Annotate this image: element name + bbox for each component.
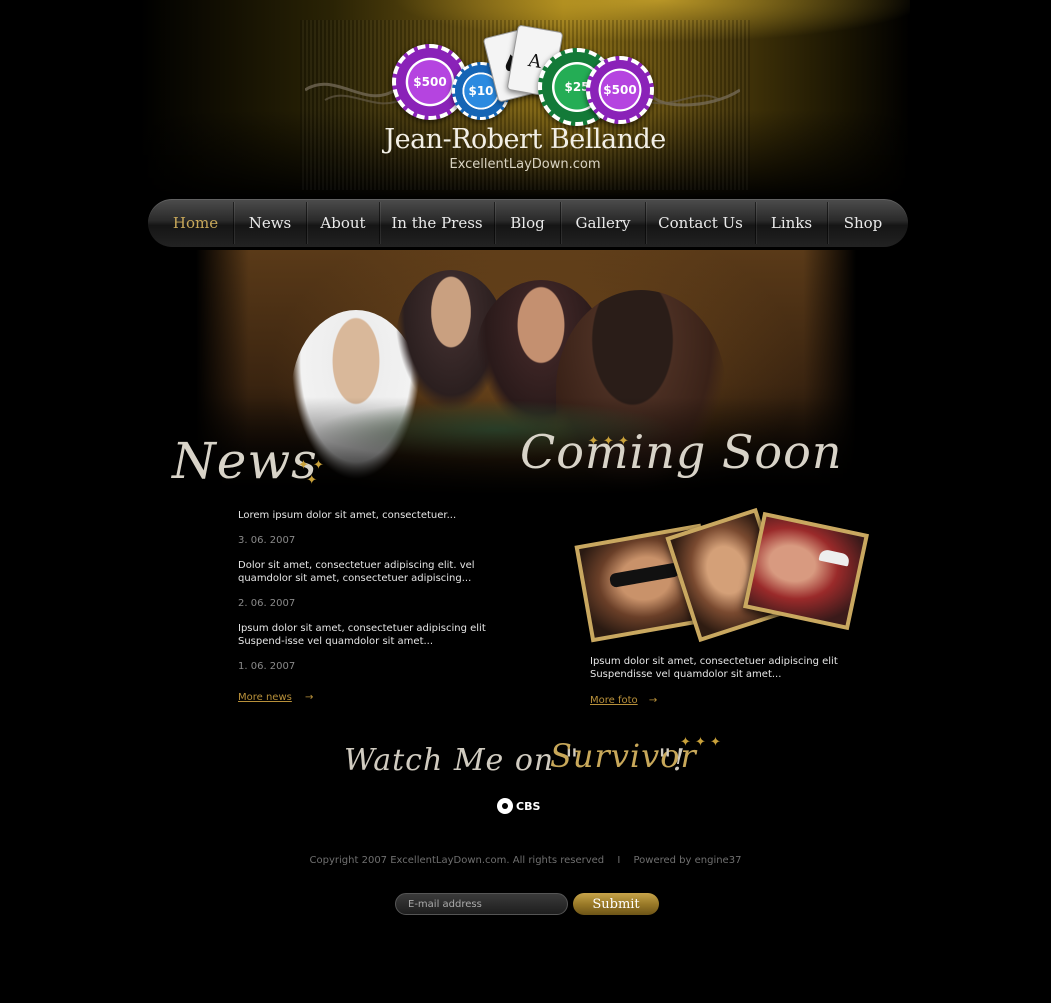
news-item-text[interactable]: Lorem ipsum dolor sit amet, consectetuer… <box>238 509 538 522</box>
white-cap <box>818 548 851 567</box>
site-name: Jean-Robert Bellande <box>384 124 666 155</box>
chip-500-purple-right: $500 <box>586 56 654 124</box>
poker-chips-logo: $500 $10 ♠ A $25 $500 <box>380 24 660 126</box>
news-item-date: 2. 06. 2007 <box>238 598 296 609</box>
promo-prefix: Watch Me on " <box>344 743 580 778</box>
coming-soon-heading: Coming Soon <box>520 425 843 479</box>
news-item-date: 3. 06. 2007 <box>238 535 296 546</box>
copyright-text: Copyright 2007 ExcellentLayDown.com. All… <box>309 855 605 866</box>
main-nav: Home News About In the Press Blog Galler… <box>148 199 908 247</box>
footer-copyright: Copyright 2007 ExcellentLayDown.com. All… <box>0 855 1051 866</box>
nav-shop[interactable]: Shop <box>828 202 898 244</box>
coming-soon-description: Ipsum dolor sit amet, consectetuer adipi… <box>590 656 838 680</box>
news-item-text[interactable]: Dolor sit amet, consectetuer adipiscing … <box>238 559 523 585</box>
cbs-network-name: CBS <box>516 799 541 813</box>
nav-links[interactable]: Links <box>756 202 828 244</box>
news-heading: News <box>172 432 318 490</box>
news-list: Lorem ipsum dolor sit amet, consectetuer… <box>238 509 538 704</box>
nav-home[interactable]: Home <box>158 202 234 244</box>
email-input[interactable] <box>395 893 568 915</box>
promo-stars: ✦ ✦ ✦ <box>680 735 721 750</box>
survivor-promo[interactable]: Watch Me on " Survivor "! ✦ ✦ ✦ <box>340 735 740 800</box>
submit-button[interactable]: Submit <box>573 893 659 915</box>
news-item-date: 1. 06. 2007 <box>238 661 296 672</box>
nav-in-the-press[interactable]: In the Press <box>380 202 495 244</box>
arrow-right-icon[interactable]: → <box>305 692 313 703</box>
nav-contact-us[interactable]: Contact Us <box>646 202 756 244</box>
powered-by-link[interactable]: Powered by engine37 <box>633 855 741 866</box>
cbs-logo: CBS <box>497 798 540 814</box>
player-dark-shirt <box>396 270 506 410</box>
nav-blog[interactable]: Blog <box>495 202 561 244</box>
news-heading-stars: ✦ ✦ ✦ <box>298 458 324 488</box>
nav-gallery[interactable]: Gallery <box>561 202 646 244</box>
footer-separator: I <box>617 855 621 866</box>
nav-about[interactable]: About <box>307 202 380 244</box>
more-foto-link[interactable]: More foto <box>590 695 638 706</box>
coming-soon-text: Ipsum dolor sit amet, consectetuer adipi… <box>590 655 850 707</box>
cbs-eye-icon <box>497 798 513 814</box>
news-item-text[interactable]: Ipsum dolor sit amet, consectetuer adipi… <box>238 622 523 648</box>
coming-soon-stars: ✦ ✦ ✦ <box>588 434 629 449</box>
site-url: ExcellentLayDown.com <box>449 157 601 172</box>
sunglasses <box>608 562 681 589</box>
nav-news[interactable]: News <box>234 202 307 244</box>
player-laughing <box>476 280 606 430</box>
page: $500 $10 ♠ A $25 $500 Jean-Robert Bellan… <box>0 0 1051 1003</box>
arrow-right-icon[interactable]: → <box>649 695 657 706</box>
more-news-link[interactable]: More news <box>238 692 292 703</box>
